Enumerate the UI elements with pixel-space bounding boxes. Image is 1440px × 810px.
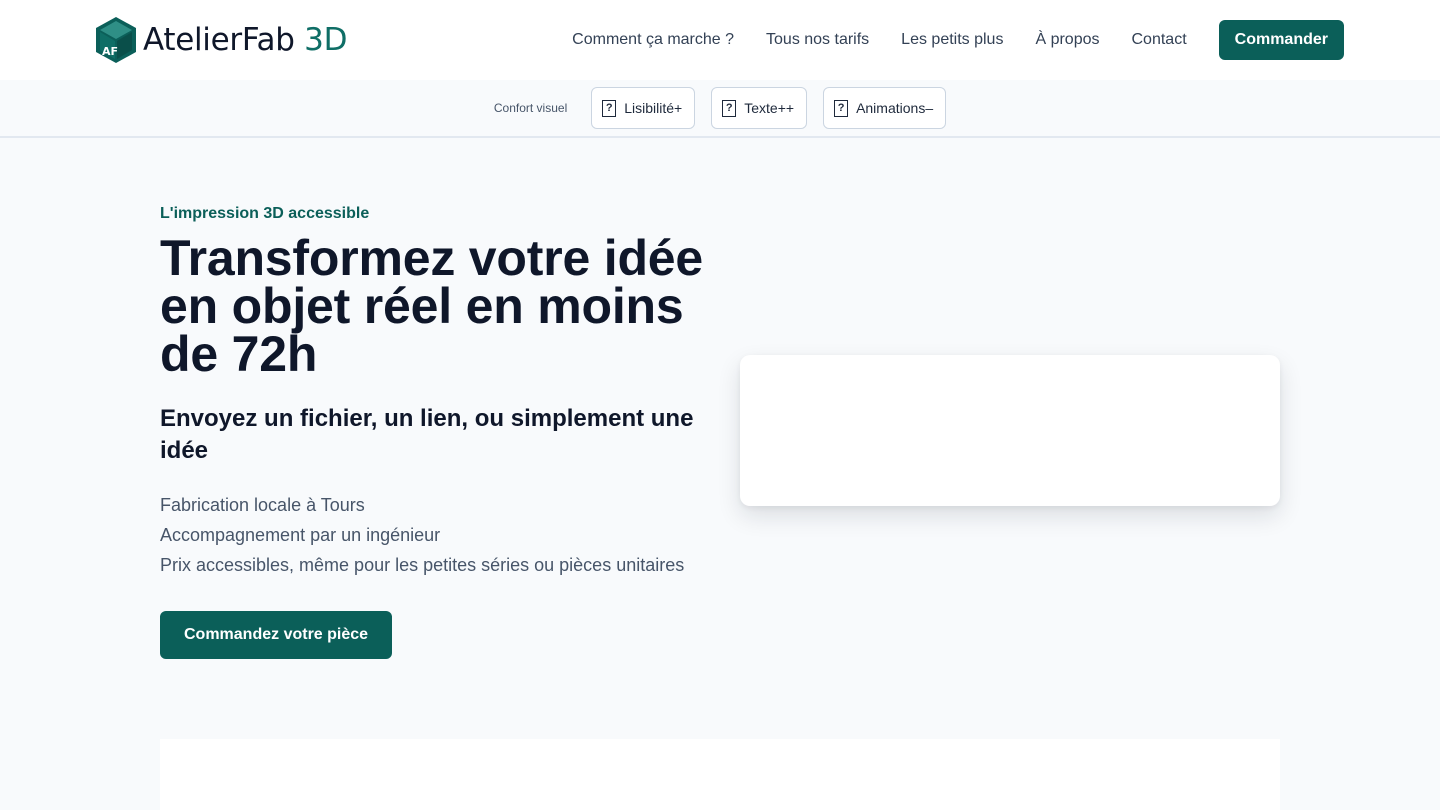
logo-mark-letter-a: AF <box>102 45 118 58</box>
main-nav: Comment ça marche ? Tous nos tarifs Les … <box>572 20 1344 60</box>
text-size-toggle-button[interactable]: ? Texte++ <box>711 87 808 129</box>
hero-media-card <box>740 355 1280 506</box>
order-button[interactable]: Commander <box>1218 20 1344 60</box>
text-size-toggle-label: Texte++ <box>744 100 795 116</box>
hero-subtitle: Envoyez un fichier, un lien, ou simpleme… <box>160 405 694 464</box>
brand-logo[interactable]: AF AtelierFab 3D <box>95 16 347 64</box>
nav-link-pricing[interactable]: Tous nos tarifs <box>766 31 869 49</box>
reduce-animations-toggle-label: Animations– <box>856 100 934 116</box>
brand-name-main: AtelierFab <box>143 22 295 58</box>
help-box-icon: ? <box>722 99 737 117</box>
readability-toggle-button[interactable]: ? Lisibilité+ <box>591 87 696 129</box>
reduce-animations-toggle-button[interactable]: ? Animations– <box>823 87 947 129</box>
help-box-icon: ? <box>834 99 849 117</box>
brand-name: AtelierFab 3D <box>143 22 347 58</box>
feature-item: Prix accessibles, même pour les petites … <box>160 555 685 575</box>
nav-link-contact[interactable]: Contact <box>1132 31 1187 49</box>
brand-name-accent: 3D <box>304 22 348 58</box>
nav-link-about[interactable]: À propos <box>1035 31 1099 49</box>
feature-item: Accompagnement par un ingénieur <box>160 525 441 545</box>
nav-link-extras[interactable]: Les petits plus <box>901 31 1003 49</box>
nav-link-how-it-works[interactable]: Comment ça marche ? <box>572 31 734 49</box>
site-header: AF AtelierFab 3D Comment ça marche ? Tou… <box>0 0 1440 80</box>
order-part-button[interactable]: Commandez votre pièce <box>160 611 393 659</box>
hero-eyebrow: L'impression 3D accessible <box>160 205 370 222</box>
readability-toggle-label: Lisibilité+ <box>624 100 683 116</box>
hero-title: Transformez votre idée en objet réel en … <box>160 230 704 382</box>
visual-comfort-label: Confort visuel <box>493 101 568 115</box>
help-box-icon: ? <box>602 99 617 117</box>
next-section-card <box>160 739 1280 810</box>
hero-feature-list: Fabrication locale à Tours Accompagnemen… <box>160 490 684 580</box>
feature-item: Fabrication locale à Tours <box>160 495 365 515</box>
visual-comfort-bar: Confort visuel ? Lisibilité+ ? Texte++ ?… <box>0 80 1440 138</box>
cube-logo-icon: AF <box>96 17 136 63</box>
